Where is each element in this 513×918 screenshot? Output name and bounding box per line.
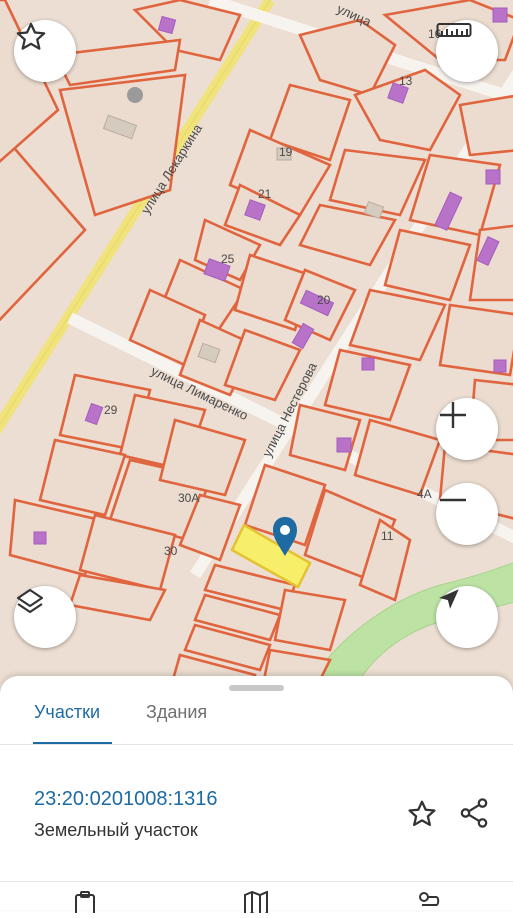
zoom-out-button[interactable] xyxy=(436,483,498,545)
clipboard-icon xyxy=(72,891,98,917)
map-icon xyxy=(243,890,269,918)
house-number: 30А xyxy=(178,491,199,505)
bottom-sheet[interactable]: Участки Здания 23:20:0201008:1316 Земель… xyxy=(0,676,513,918)
house-number: 4А xyxy=(417,487,432,501)
star-icon xyxy=(406,800,438,834)
ruler-button[interactable] xyxy=(436,20,498,82)
share-button[interactable] xyxy=(457,796,491,835)
house-number: 21 xyxy=(258,187,272,201)
house-number: 19 xyxy=(279,145,293,159)
favorite-result-button[interactable] xyxy=(406,798,438,835)
house-number: 20 xyxy=(317,293,331,307)
route-icon xyxy=(416,892,442,917)
bottom-nav-divider xyxy=(0,881,513,882)
house-number: 29 xyxy=(104,403,118,417)
nav-route-button[interactable] xyxy=(416,891,442,918)
sheet-drag-handle[interactable] xyxy=(229,685,284,691)
layers-button[interactable] xyxy=(14,586,76,648)
tab-parcels[interactable]: Участки xyxy=(34,702,100,723)
object-type-label: Земельный участок xyxy=(34,820,198,840)
map-view[interactable]: улица Лекаркина улица Лимаренко улица Не… xyxy=(0,0,513,700)
favorite-button[interactable] xyxy=(14,20,76,82)
tab-buildings[interactable]: Здания xyxy=(146,702,207,723)
zoom-in-button[interactable] xyxy=(436,398,498,460)
locate-button[interactable] xyxy=(436,586,498,648)
house-number: 13 xyxy=(399,74,413,88)
house-number: 30 xyxy=(164,544,178,558)
share-icon xyxy=(457,798,491,834)
nav-map-button[interactable] xyxy=(243,890,269,918)
tabs-divider xyxy=(0,744,513,745)
house-number: 25 xyxy=(221,252,235,266)
cadastral-number-link[interactable]: 23:20:0201008:1316 xyxy=(34,788,218,811)
nav-list-button[interactable] xyxy=(72,891,98,918)
house-number: 11 xyxy=(381,529,394,543)
